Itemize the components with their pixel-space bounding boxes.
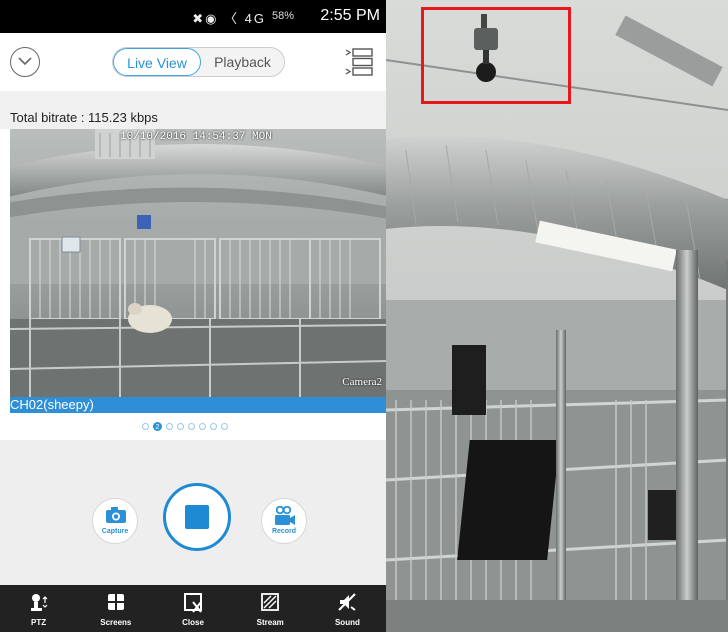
camera-name-overlay: Camera2 xyxy=(342,376,382,388)
bottom-toolbar: PTZ Screens Close Stream Sound xyxy=(0,585,386,632)
chevron-down-icon[interactable] xyxy=(10,47,40,77)
capture-label: Capture xyxy=(101,528,129,535)
video-timestamp: 10/10/2016 14:54:37 MON xyxy=(120,131,272,143)
control-panel: Capture Record xyxy=(0,440,386,585)
toolbar-screens-label: Screens xyxy=(100,618,132,627)
toolbar-ptz[interactable]: PTZ xyxy=(0,585,77,632)
toolbar-stream-label: Stream xyxy=(256,618,284,627)
page-dot[interactable]: 2 xyxy=(153,422,162,431)
page-indicator: 2 xyxy=(0,418,386,438)
status-time: 2:55 PM xyxy=(320,7,380,24)
video-record-icon xyxy=(275,506,295,525)
page-dot[interactable] xyxy=(177,423,184,430)
camera-feed-image xyxy=(10,129,386,397)
tab-playback[interactable]: Playback xyxy=(201,48,284,76)
battery-level: 58% xyxy=(271,10,294,22)
toolbar-close-label: Close xyxy=(182,618,204,627)
live-video-feed[interactable]: 10/10/2016 14:54:37 MON Camera2 xyxy=(10,129,386,397)
toolbar-ptz-label: PTZ xyxy=(31,618,47,627)
page-dot[interactable] xyxy=(199,423,206,430)
sound-muted-icon xyxy=(338,593,357,611)
bitrate-row: Total bitrate : 115.23 kbps xyxy=(0,91,386,129)
app-header: Live View Playback xyxy=(0,33,386,91)
camera-icon xyxy=(106,507,126,523)
page-dot[interactable] xyxy=(221,423,228,430)
page-dot[interactable] xyxy=(142,423,149,430)
page-dot[interactable] xyxy=(188,423,195,430)
camera-highlight-box xyxy=(421,7,571,104)
close-icon xyxy=(184,593,202,613)
stop-button[interactable] xyxy=(163,483,231,551)
stream-icon xyxy=(261,593,280,611)
capture-button[interactable]: Capture xyxy=(92,498,138,544)
stop-icon xyxy=(185,505,209,529)
toolbar-screens[interactable]: Screens xyxy=(77,585,154,632)
ptz-icon xyxy=(30,594,48,611)
total-bitrate: Total bitrate : 115.23 kbps xyxy=(10,110,158,125)
view-mode-toggle: Live View Playback xyxy=(112,47,285,77)
channel-label: CH02(sheepy) xyxy=(10,397,386,413)
page-dot[interactable] xyxy=(210,423,217,430)
toolbar-sound[interactable]: Sound xyxy=(309,585,386,632)
channel-list-icon[interactable] xyxy=(344,47,374,77)
record-button[interactable]: Record xyxy=(261,498,307,544)
signal-icons: ✖◉ 〈 4G xyxy=(192,11,266,26)
status-bar: ✖◉ 〈 4G 58% 2:55 PM xyxy=(0,0,386,33)
toolbar-close[interactable]: Close xyxy=(154,585,231,632)
page-dots: 2 xyxy=(142,422,228,431)
tab-live-view[interactable]: Live View xyxy=(113,48,201,76)
page-dot[interactable] xyxy=(166,423,173,430)
record-label: Record xyxy=(271,528,297,535)
toolbar-stream[interactable]: Stream xyxy=(232,585,309,632)
screens-icon xyxy=(107,594,124,610)
toolbar-sound-label: Sound xyxy=(334,618,360,627)
phone-screen: ✖◉ 〈 4G 58% 2:55 PM Live View Playback T… xyxy=(0,0,386,632)
